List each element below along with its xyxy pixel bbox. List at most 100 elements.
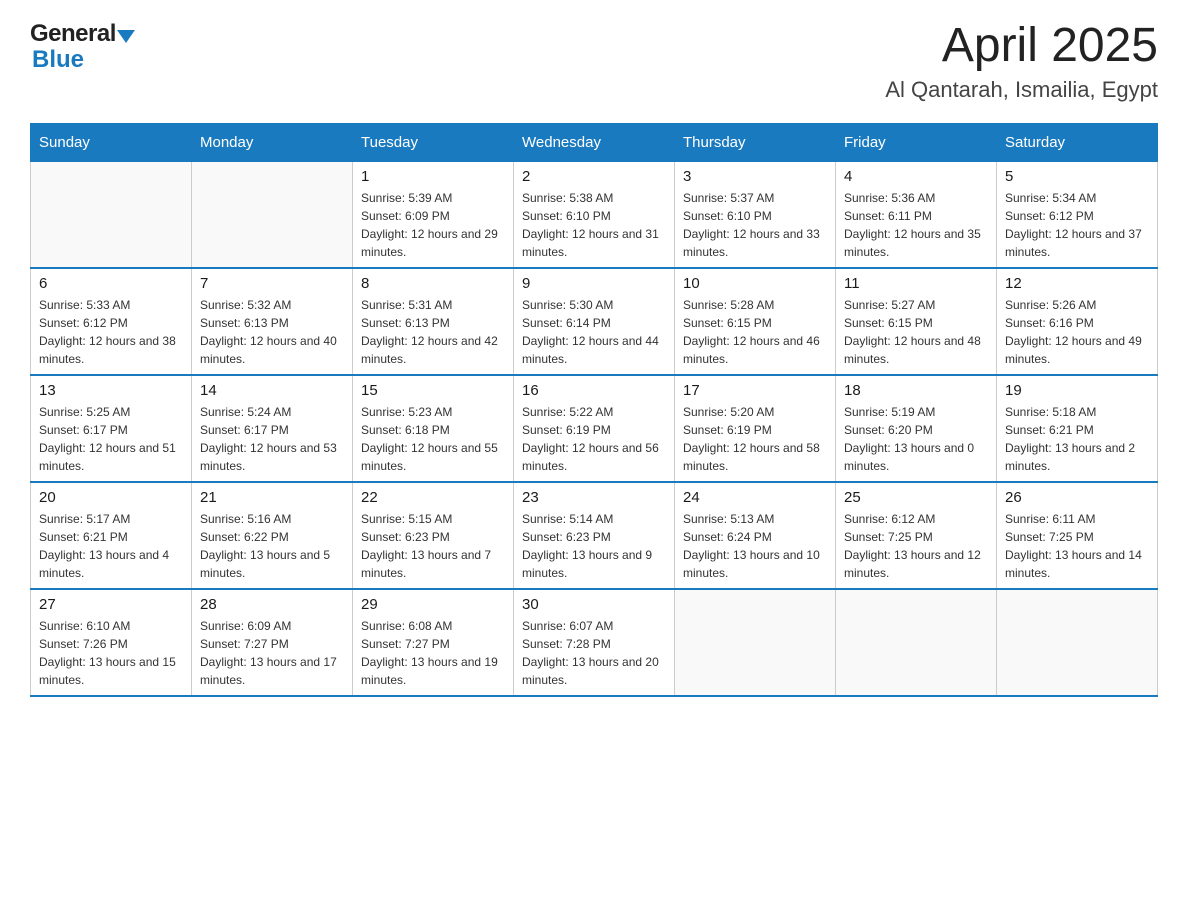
header-sunday: Sunday <box>31 123 192 161</box>
sunrise-text: Sunrise: 5:34 AM <box>1005 191 1096 205</box>
table-row: 6 Sunrise: 5:33 AMSunset: 6:12 PMDaylight… <box>31 268 192 375</box>
sunset-text: Sunset: 6:21 PM <box>39 530 128 544</box>
sunrise-text: Sunrise: 6:09 AM <box>200 619 291 633</box>
table-row: 19Sunrise: 5:18 AMSunset: 6:21 PMDayligh… <box>997 375 1158 482</box>
day-number: 6 <box>39 275 183 292</box>
sunrise-text: Sunrise: 5:16 AM <box>200 512 291 526</box>
day-number: 24 <box>683 489 827 506</box>
day-number: 20 <box>39 489 183 506</box>
table-row: 2Sunrise: 5:38 AMSunset: 6:10 PMDaylight… <box>514 161 675 268</box>
sunset-text: Sunset: 7:25 PM <box>844 530 933 544</box>
table-row <box>836 589 997 696</box>
daylight-text: Daylight: 12 hours and 33 minutes. <box>683 227 820 259</box>
sunrise-text: Sunrise: 5:36 AM <box>844 191 935 205</box>
calendar-week-row: 27Sunrise: 6:10 AMSunset: 7:26 PMDayligh… <box>31 589 1158 696</box>
sunrise-text: Sunrise: 5:25 AM <box>39 405 130 419</box>
logo-general-text: General <box>30 20 116 48</box>
day-info: Sunrise: 5:30 AMSunset: 6:14 PMDaylight:… <box>522 296 666 368</box>
table-row: 16Sunrise: 5:22 AMSunset: 6:19 PMDayligh… <box>514 375 675 482</box>
table-row: 27Sunrise: 6:10 AMSunset: 7:26 PMDayligh… <box>31 589 192 696</box>
day-number: 16 <box>522 382 666 399</box>
sunset-text: Sunset: 6:24 PM <box>683 530 772 544</box>
day-number: 19 <box>1005 382 1149 399</box>
sunset-text: Sunset: 6:16 PM <box>1005 316 1094 330</box>
header-wednesday: Wednesday <box>514 123 675 161</box>
day-number: 8 <box>361 275 505 292</box>
day-number: 23 <box>522 489 666 506</box>
day-number: 25 <box>844 489 988 506</box>
sunrise-text: Sunrise: 6:12 AM <box>844 512 935 526</box>
day-info: Sunrise: 5:39 AMSunset: 6:09 PMDaylight:… <box>361 189 505 261</box>
calendar-week-row: 13Sunrise: 5:25 AMSunset: 6:17 PMDayligh… <box>31 375 1158 482</box>
sunset-text: Sunset: 6:19 PM <box>683 423 772 437</box>
day-info: Sunrise: 5:17 AMSunset: 6:21 PMDaylight:… <box>39 510 183 582</box>
sunset-text: Sunset: 6:23 PM <box>361 530 450 544</box>
table-row: 23Sunrise: 5:14 AMSunset: 6:23 PMDayligh… <box>514 482 675 589</box>
day-number: 3 <box>683 168 827 185</box>
table-row: 18Sunrise: 5:19 AMSunset: 6:20 PMDayligh… <box>836 375 997 482</box>
table-row <box>997 589 1158 696</box>
daylight-text: Daylight: 12 hours and 58 minutes. <box>683 441 820 473</box>
day-number: 22 <box>361 489 505 506</box>
day-info: Sunrise: 5:25 AMSunset: 6:17 PMDaylight:… <box>39 403 183 475</box>
day-number: 30 <box>522 596 666 613</box>
calendar-week-row: 1 Sunrise: 5:39 AMSunset: 6:09 PMDaylight… <box>31 161 1158 268</box>
page-subtitle: Al Qantarah, Ismailia, Egypt <box>885 77 1158 103</box>
calendar-header-row: Sunday Monday Tuesday Wednesday Thursday… <box>31 123 1158 161</box>
day-number: 1 <box>361 168 505 185</box>
page-header: General Blue April 2025 Al Qantarah, Ism… <box>30 20 1158 103</box>
table-row: 25Sunrise: 6:12 AMSunset: 7:25 PMDayligh… <box>836 482 997 589</box>
sunset-text: Sunset: 6:13 PM <box>200 316 289 330</box>
sunset-text: Sunset: 6:18 PM <box>361 423 450 437</box>
day-number: 13 <box>39 382 183 399</box>
sunrise-text: Sunrise: 5:30 AM <box>522 298 613 312</box>
daylight-text: Daylight: 12 hours and 35 minutes. <box>844 227 981 259</box>
sunset-text: Sunset: 6:21 PM <box>1005 423 1094 437</box>
daylight-text: Daylight: 13 hours and 15 minutes. <box>39 655 176 687</box>
daylight-text: Daylight: 12 hours and 55 minutes. <box>361 441 498 473</box>
sunset-text: Sunset: 6:22 PM <box>200 530 289 544</box>
sunrise-text: Sunrise: 5:13 AM <box>683 512 774 526</box>
daylight-text: Daylight: 13 hours and 14 minutes. <box>1005 548 1142 580</box>
day-number: 9 <box>522 275 666 292</box>
sunset-text: Sunset: 6:09 PM <box>361 209 450 223</box>
day-number: 27 <box>39 596 183 613</box>
sunset-text: Sunset: 6:17 PM <box>200 423 289 437</box>
sunrise-text: Sunrise: 5:23 AM <box>361 405 452 419</box>
table-row: 21Sunrise: 5:16 AMSunset: 6:22 PMDayligh… <box>192 482 353 589</box>
table-row <box>675 589 836 696</box>
day-info: Sunrise: 5:19 AMSunset: 6:20 PMDaylight:… <box>844 403 988 475</box>
day-info: Sunrise: 5:18 AMSunset: 6:21 PMDaylight:… <box>1005 403 1149 475</box>
day-number: 17 <box>683 382 827 399</box>
table-row: 4Sunrise: 5:36 AMSunset: 6:11 PMDaylight… <box>836 161 997 268</box>
day-number: 12 <box>1005 275 1149 292</box>
calendar-week-row: 20 Sunrise: 5:17 AMSunset: 6:21 PMDayligh… <box>31 482 1158 589</box>
daylight-text: Daylight: 13 hours and 20 minutes. <box>522 655 659 687</box>
sunrise-text: Sunrise: 5:26 AM <box>1005 298 1096 312</box>
sunset-text: Sunset: 6:12 PM <box>1005 209 1094 223</box>
sunrise-text: Sunrise: 5:18 AM <box>1005 405 1096 419</box>
day-info: Sunrise: 5:34 AMSunset: 6:12 PMDaylight:… <box>1005 189 1149 261</box>
sunset-text: Sunset: 7:26 PM <box>39 637 128 651</box>
sunset-text: Sunset: 6:11 PM <box>844 209 932 223</box>
daylight-text: Daylight: 13 hours and 7 minutes. <box>361 548 491 580</box>
day-info: Sunrise: 5:33 AMSunset: 6:12 PMDaylight:… <box>39 296 183 368</box>
sunrise-text: Sunrise: 6:07 AM <box>522 619 613 633</box>
sunrise-text: Sunrise: 5:38 AM <box>522 191 613 205</box>
sunrise-text: Sunrise: 5:14 AM <box>522 512 613 526</box>
day-number: 14 <box>200 382 344 399</box>
title-block: April 2025 Al Qantarah, Ismailia, Egypt <box>885 20 1158 103</box>
daylight-text: Daylight: 12 hours and 44 minutes. <box>522 334 659 366</box>
sunset-text: Sunset: 7:27 PM <box>361 637 450 651</box>
sunset-text: Sunset: 6:13 PM <box>361 316 450 330</box>
table-row: 15Sunrise: 5:23 AMSunset: 6:18 PMDayligh… <box>353 375 514 482</box>
day-number: 28 <box>200 596 344 613</box>
daylight-text: Daylight: 12 hours and 31 minutes. <box>522 227 659 259</box>
sunrise-text: Sunrise: 5:15 AM <box>361 512 452 526</box>
table-row <box>192 161 353 268</box>
day-number: 11 <box>844 275 988 292</box>
calendar-week-row: 6 Sunrise: 5:33 AMSunset: 6:12 PMDaylight… <box>31 268 1158 375</box>
day-info: Sunrise: 6:11 AMSunset: 7:25 PMDaylight:… <box>1005 510 1149 582</box>
table-row: 12Sunrise: 5:26 AMSunset: 6:16 PMDayligh… <box>997 268 1158 375</box>
sunset-text: Sunset: 6:10 PM <box>683 209 772 223</box>
